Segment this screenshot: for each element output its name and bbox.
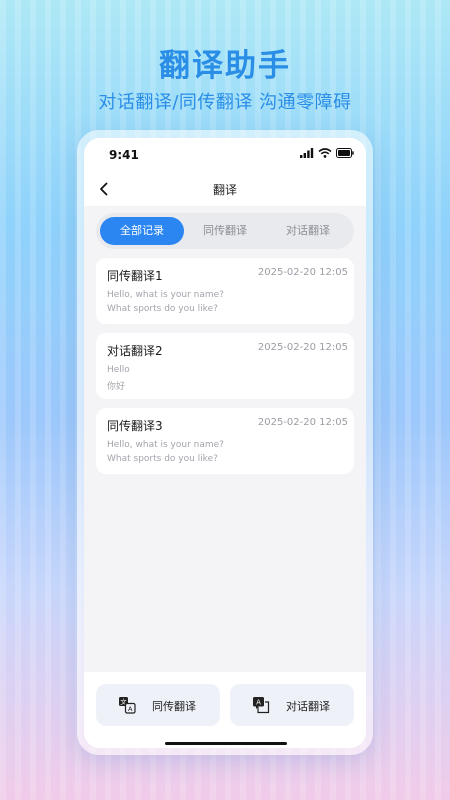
phone-screen: 9:41 翻译 全部记录 同传翻译 对话翻译 同传翻译1 2025-02-20 … <box>84 138 366 748</box>
svg-text:A: A <box>256 698 261 706</box>
svg-text:A: A <box>128 705 133 713</box>
nav-bar: 翻译 <box>84 172 366 206</box>
simultaneous-translate-label: 同传翻译 <box>152 700 196 713</box>
wifi-icon <box>318 148 332 158</box>
record-item[interactable]: 对话翻译2 2025-02-20 12:05 Hello 你好 <box>96 333 354 399</box>
status-time: 9:41 <box>109 148 139 162</box>
bottom-action-bar: 文 A 同传翻译 A 对话翻译 <box>84 672 366 748</box>
record-line: 你好 <box>107 382 126 392</box>
simultaneous-translate-button[interactable]: 文 A 同传翻译 <box>96 684 220 726</box>
record-title: 同传翻译3 <box>107 419 163 433</box>
record-time: 2025-02-20 12:05 <box>257 267 348 278</box>
home-indicator <box>165 742 287 745</box>
simultaneous-translate-icon: 文 A <box>119 697 136 714</box>
record-title: 同传翻译1 <box>107 269 163 283</box>
record-line: What sports do you like? <box>107 304 218 314</box>
record-line: What sports do you like? <box>107 454 218 464</box>
status-bar: 9:41 <box>84 138 366 172</box>
dialogue-translate-icon: A <box>253 697 270 714</box>
tab-all-records[interactable]: 全部记录 <box>100 217 184 245</box>
record-title: 对话翻译2 <box>107 344 163 358</box>
record-item[interactable]: 同传翻译3 2025-02-20 12:05 Hello, what is yo… <box>96 408 354 474</box>
record-time: 2025-02-20 12:05 <box>257 342 348 353</box>
dialogue-translate-button[interactable]: A 对话翻译 <box>230 684 354 726</box>
record-item[interactable]: 同传翻译1 2025-02-20 12:05 Hello, what is yo… <box>96 258 354 324</box>
promo-title: 翻译助手 <box>159 48 291 84</box>
tab-dialogue[interactable]: 对话翻译 <box>266 217 350 245</box>
status-icons <box>300 148 354 158</box>
record-tabs: 全部记录 同传翻译 对话翻译 <box>96 213 354 249</box>
record-line: Hello, what is your name? <box>107 290 224 300</box>
signal-icon <box>300 148 314 158</box>
record-time: 2025-02-20 12:05 <box>257 417 348 428</box>
dialogue-translate-label: 对话翻译 <box>286 700 330 713</box>
record-line: Hello <box>107 365 130 375</box>
promo-subtitle: 对话翻译/同传翻译 沟通零障碍 <box>98 92 352 113</box>
tab-simultaneous[interactable]: 同传翻译 <box>183 217 267 245</box>
battery-icon <box>336 148 354 158</box>
page-title: 翻译 <box>212 183 237 197</box>
record-line: Hello, what is your name? <box>107 440 224 450</box>
